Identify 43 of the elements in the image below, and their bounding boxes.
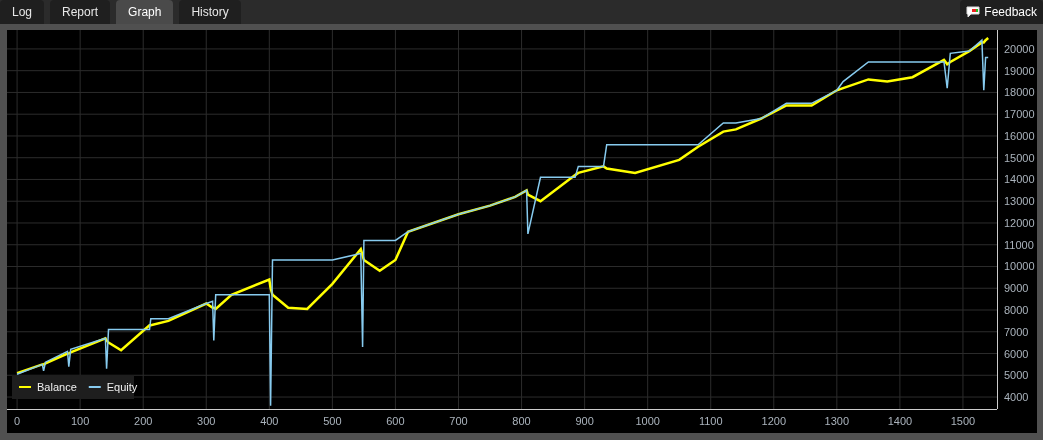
y-tick-label: 7000 [1004,325,1029,338]
speech-bubble-icon [966,6,981,18]
x-tick-label: 100 [70,415,90,427]
y-tick-label: 13000 [1004,195,1035,208]
y-tick-label: 20000 [1004,42,1035,55]
y-tick-label: 19000 [1004,64,1035,77]
tab[interactable]: Report [50,0,111,24]
y-tick-label: 12000 [1004,217,1035,229]
x-tick-label: 900 [575,415,594,427]
x-tick-label: 200 [134,415,153,427]
x-tick-label: 400 [260,415,279,427]
x-tick-label: 500 [323,415,342,427]
x-tick-label: 300 [197,415,216,427]
y-tick-label: 6000 [1004,347,1029,360]
tab[interactable]: Graph [116,0,174,24]
x-tick-label: 0 [14,415,21,427]
y-tick-label: 15000 [1004,151,1035,164]
x-tick-label: 1200 [761,415,786,427]
y-tick-label: 5000 [1004,369,1029,382]
tab[interactable]: History [179,0,241,24]
x-tick-label: 800 [512,415,531,427]
legend-label: Balance [37,381,77,393]
x-tick-label: 1400 [887,415,913,427]
legend-item: Balance [18,381,77,393]
y-tick-label: 11000 [1004,238,1034,251]
legend-label: Equity [106,381,138,393]
y-tick-label: 9000 [1004,282,1029,295]
x-tick-label: 1000 [635,415,660,427]
x-tick-label: 1300 [824,415,850,427]
y-tick-label: 4000 [1004,391,1029,404]
y-tick-label: 18000 [1004,86,1035,99]
legend-item: Equity [87,381,138,393]
y-tick-label: 14000 [1004,173,1035,186]
x-tick-label: 700 [449,415,468,427]
y-tick-label: 16000 [1004,129,1035,142]
y-tick-label: 10000 [1004,260,1035,273]
y-tick-label: 17000 [1004,108,1035,121]
tab[interactable]: Log [0,0,45,24]
y-tick-label: 8000 [1004,304,1029,316]
x-tick-label: 1100 [698,415,723,427]
x-tick-label: 600 [386,415,405,427]
x-tick-label: 1500 [950,415,976,427]
feedback-button[interactable]: Feedback [960,0,1043,24]
